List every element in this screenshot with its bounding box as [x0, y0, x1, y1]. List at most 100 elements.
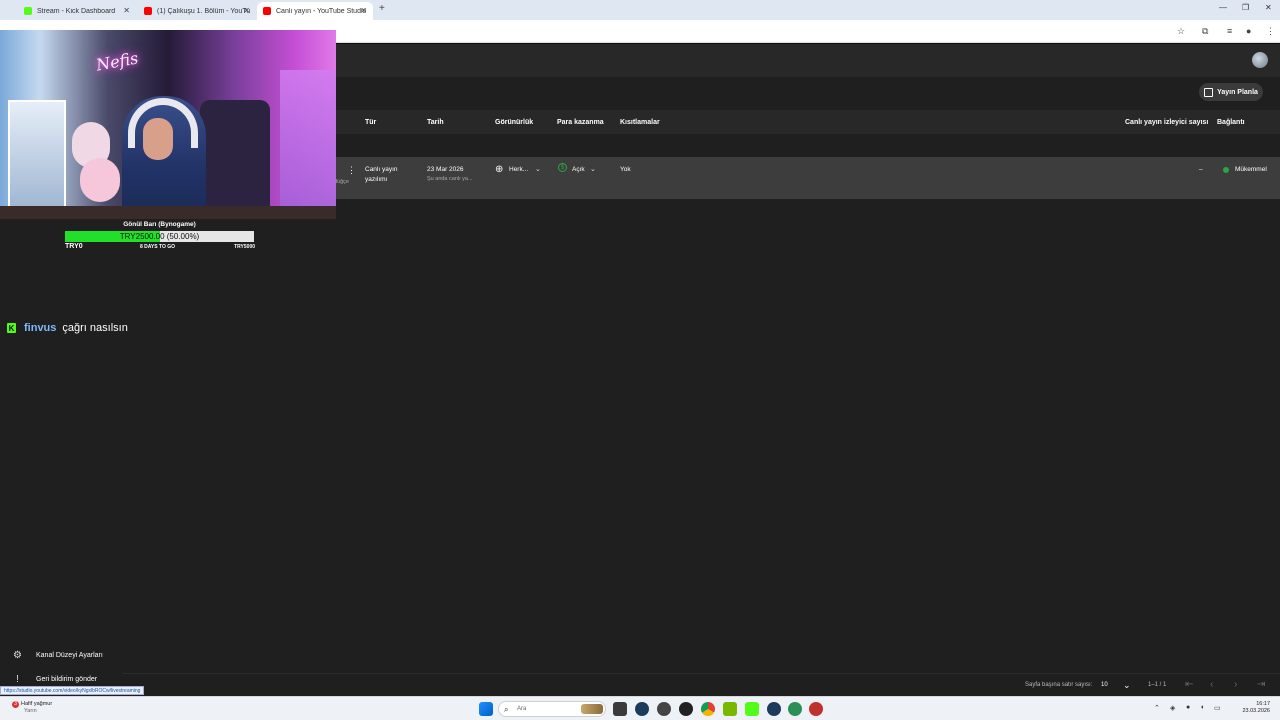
search-placeholder: Ara: [517, 706, 527, 712]
pc-case: [8, 100, 66, 210]
maximize-icon[interactable]: ❐: [1242, 3, 1249, 12]
tab-youtube-studio[interactable]: Canlı yayın - YouTube Studio ✕: [257, 2, 373, 20]
weather-badge: 3: [12, 701, 19, 708]
feedback-label: Geri bildirim gönder: [36, 676, 98, 683]
row-title-fragment: düğçe: [334, 179, 349, 185]
chevron-down-icon[interactable]: ⌄: [590, 165, 596, 173]
more-menu-icon[interactable]: ⋮: [1266, 26, 1275, 37]
settings-label: Kanal Düzeyi Ayarları: [36, 652, 103, 659]
col-visibility[interactable]: Görünürlük: [495, 119, 533, 126]
calendar-icon: [1204, 87, 1214, 97]
col-connection[interactable]: Bağlantı: [1217, 119, 1245, 126]
taskbar-clock[interactable]: 16:17 23.03.2026: [1242, 701, 1270, 715]
row-type-line1: Canlı yayın: [365, 166, 398, 173]
mic-icon[interactable]: ●: [1186, 704, 1190, 711]
send-feedback-link[interactable]: ! Geri bildirim gönder: [12, 674, 97, 685]
chevron-down-icon[interactable]: ⌄: [1123, 680, 1131, 691]
donation-title: Gönül Barı (Bynogame): [123, 221, 196, 228]
next-page-icon[interactable]: ›: [1234, 679, 1237, 690]
media-icon[interactable]: ≡: [1227, 26, 1232, 36]
close-tab-icon[interactable]: ✕: [360, 6, 367, 15]
row-date: 23 Mar 2026: [427, 166, 464, 173]
gear-icon: ⚙: [13, 650, 22, 661]
app-icon[interactable]: [788, 702, 802, 716]
channel-settings-link[interactable]: ⚙ Kanal Düzeyi Ayarları: [12, 650, 103, 661]
tab-title: Canlı yayın - YouTube Studio: [276, 7, 367, 15]
taskbar: 3 Hafif yağmur Yarın ⌕ Ara ⌃ ◈ ● ◖ ▭ 16:1…: [0, 696, 1280, 720]
app-icon[interactable]: [809, 702, 823, 716]
chevron-down-icon[interactable]: ⌄: [535, 165, 541, 173]
donation-min-label: TRY0: [65, 243, 83, 250]
windows-start-icon[interactable]: [479, 702, 493, 716]
network-icon[interactable]: ◈: [1170, 704, 1175, 712]
clock-date: 23.03.2026: [1242, 708, 1270, 714]
search-icon: ⌕: [504, 705, 509, 714]
prev-page-icon[interactable]: ‹: [1210, 679, 1213, 690]
donation-max-label: TRY5000: [234, 244, 255, 250]
plush-toy: [80, 158, 120, 202]
obs-icon[interactable]: [679, 702, 693, 716]
tray-chevron-icon[interactable]: ⌃: [1154, 704, 1160, 712]
connection-status-icon: [1223, 167, 1229, 173]
tab-title: Stream - Kick Dashboard: [37, 7, 116, 15]
kick-favicon-icon: [24, 7, 32, 15]
clock-time: 16:17: [1256, 701, 1270, 707]
first-page-icon[interactable]: ⇤: [1185, 679, 1193, 690]
youtube-favicon-icon: [263, 7, 271, 15]
steam-icon[interactable]: [635, 702, 649, 716]
last-page-icon[interactable]: ⇥: [1257, 679, 1265, 690]
kick-logo-icon: K: [7, 323, 16, 333]
row-restrictions: Yok: [620, 166, 631, 173]
col-type[interactable]: Tür: [365, 119, 376, 126]
youtube-favicon-icon: [144, 7, 152, 15]
steam-icon[interactable]: [767, 702, 781, 716]
donation-progress-text: TRY2500.00 (50.00%): [119, 232, 200, 241]
row-options-icon[interactable]: ⋮: [347, 165, 356, 176]
weather-widget[interactable]: 3 Hafif yağmur Yarın: [12, 701, 52, 715]
battery-icon[interactable]: ▭: [1214, 704, 1221, 712]
chat-username: finvus: [24, 322, 57, 334]
new-tab-button[interactable]: +: [379, 3, 385, 14]
kick-icon[interactable]: [745, 702, 759, 716]
close-tab-icon[interactable]: ✕: [243, 6, 250, 15]
taskbar-search-input[interactable]: ⌕ Ara: [498, 701, 606, 717]
schedule-stream-label: Yayın Planla: [1217, 88, 1258, 96]
schedule-stream-button[interactable]: Yayın Planla: [1199, 83, 1263, 101]
rows-per-page-select[interactable]: 10: [1101, 682, 1108, 688]
row-date-sub: Şu anda canlı ya...: [427, 176, 473, 182]
col-restrictions[interactable]: Kısıtlamalar: [620, 119, 660, 126]
donation-days-label: 8 DAYS TO GO: [140, 244, 176, 250]
tab-youtube-video[interactable]: (1) Çalıkuşu 1. Bölüm - YouTube ✕: [138, 2, 256, 20]
monetization-icon: $: [558, 163, 567, 172]
browser-tab-bar: Stream - Kick Dashboard ✕ (1) Çalıkuşu 1…: [0, 0, 1280, 20]
table-pagination: Sayfa başına satır sayısı: 10 ⌄ 1–1 / 1 …: [123, 673, 1280, 696]
profile-icon[interactable]: ●: [1246, 26, 1251, 36]
row-visibility[interactable]: Herk...: [509, 166, 528, 173]
nvidia-icon[interactable]: [723, 702, 737, 716]
app-icon[interactable]: [657, 702, 671, 716]
row-type-line2: yazılımı: [365, 176, 388, 183]
bookmark-star-icon[interactable]: ☆: [1177, 26, 1185, 37]
chrome-icon[interactable]: [701, 702, 715, 716]
background-light: [280, 70, 336, 219]
minimize-icon[interactable]: —: [1219, 3, 1227, 12]
desk: [0, 206, 336, 219]
tab-kick-dashboard[interactable]: Stream - Kick Dashboard ✕: [18, 2, 136, 20]
extensions-icon[interactable]: ⧉: [1202, 26, 1208, 37]
weather-sub: Yarın: [24, 708, 37, 714]
neon-sign: Nefis: [94, 48, 140, 75]
close-window-icon[interactable]: ✕: [1265, 3, 1272, 12]
col-date[interactable]: Tarih: [427, 119, 444, 126]
rows-per-page-label: Sayfa başına satır sayısı:: [1025, 682, 1093, 688]
close-tab-icon[interactable]: ✕: [123, 6, 130, 15]
col-viewers[interactable]: Canlı yayın izleyici sayısı: [1125, 119, 1208, 126]
weather-title: Hafif yağmur: [21, 701, 53, 707]
avatar[interactable]: [1252, 52, 1268, 68]
pagination-range: 1–1 / 1: [1148, 682, 1167, 688]
volume-icon[interactable]: ◖: [1200, 704, 1204, 711]
col-monetization[interactable]: Para kazanma: [557, 119, 604, 126]
gaming-chair: [200, 100, 270, 219]
file-explorer-icon[interactable]: [613, 702, 627, 716]
row-monetization[interactable]: Açık: [572, 166, 585, 173]
status-url-tooltip: https://studio.youtube.com/video/kyNgxlb…: [0, 686, 145, 695]
